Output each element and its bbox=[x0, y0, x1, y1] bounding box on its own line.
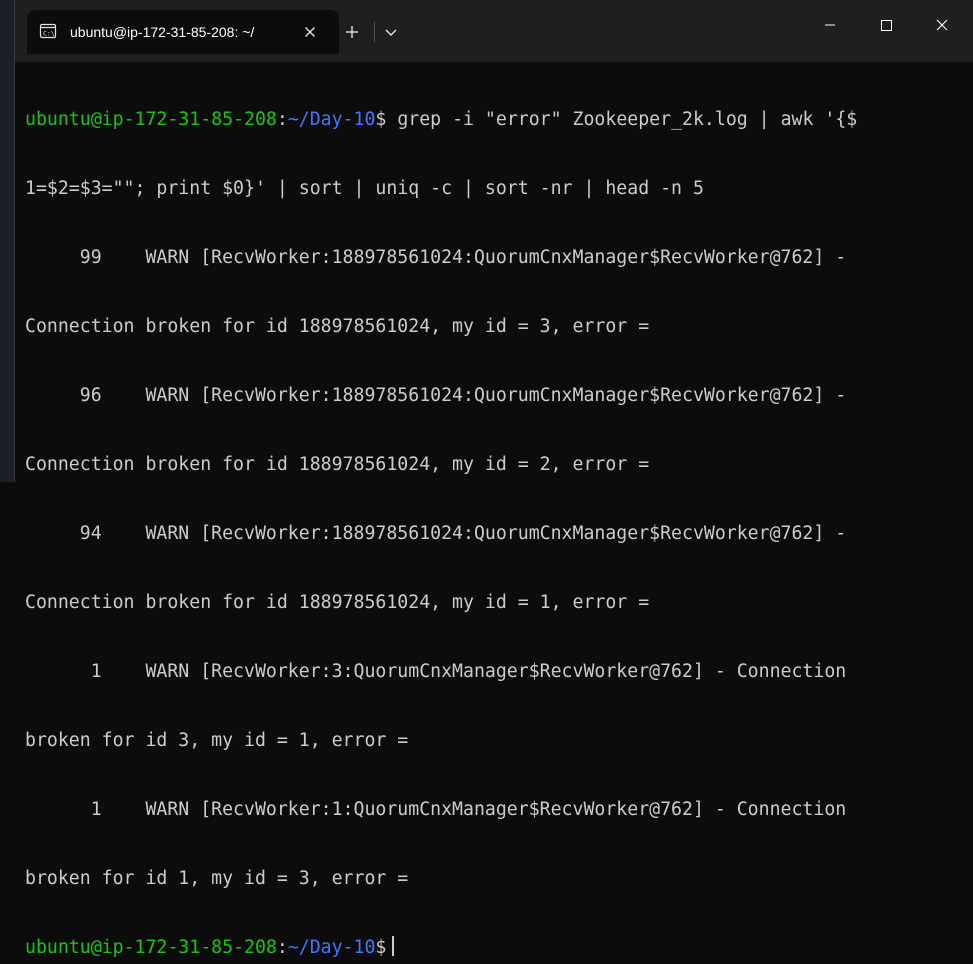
window-close-icon bbox=[914, 19, 970, 54]
output-line: Connection broken for id 188978561024, m… bbox=[25, 592, 650, 613]
svg-text:C:\: C:\ bbox=[43, 30, 55, 38]
text-cursor bbox=[392, 936, 395, 956]
prompt-path: ~/Day-10 bbox=[287, 937, 376, 958]
terminal-window: C:\ ubuntu@ip-172-31-85-208: ~/ ubuntu@i… bbox=[14, 0, 973, 958]
tab-separator bbox=[374, 22, 375, 42]
window-close-button[interactable] bbox=[914, 0, 970, 50]
output-line: Connection broken for id 188978561024, m… bbox=[25, 316, 650, 337]
output-line: 1 WARN [RecvWorker:1:QuorumCnxManager$Re… bbox=[25, 799, 847, 820]
prompt-colon: : bbox=[276, 109, 288, 130]
output-line: broken for id 1, my id = 3, error = bbox=[25, 868, 409, 889]
desktop-edge bbox=[0, 0, 14, 482]
prompt-colon: : bbox=[276, 937, 288, 958]
prompt-user-host: ubuntu@ip-172-31-85-208 bbox=[25, 109, 277, 130]
output-line: broken for id 3, my id = 1, error = bbox=[25, 730, 409, 751]
output-line: 96 WARN [RecvWorker:188978561024:QuorumC… bbox=[25, 385, 847, 406]
tab-dropdown-button[interactable] bbox=[377, 18, 405, 46]
output-line: 1 WARN [RecvWorker:3:QuorumCnxManager$Re… bbox=[25, 661, 847, 682]
command-line-2: 1=$2=$3=""; print $0}' | sort | uniq -c … bbox=[25, 178, 704, 199]
terminal-output[interactable]: ubuntu@ip-172-31-85-208:~/Day-10$ grep -… bbox=[25, 62, 970, 958]
output-line: 99 WARN [RecvWorker:188978561024:QuorumC… bbox=[25, 247, 847, 268]
minimize-icon bbox=[802, 24, 858, 54]
close-icon[interactable] bbox=[301, 23, 319, 41]
plus-icon bbox=[337, 26, 367, 50]
prompt-line: ubuntu@ip-172-31-85-208:~/Day-10$ bbox=[25, 936, 970, 959]
tab-terminal[interactable]: C:\ ubuntu@ip-172-31-85-208: ~/ bbox=[27, 10, 339, 54]
command-line-1: ubuntu@ip-172-31-85-208:~/Day-10$ grep -… bbox=[25, 108, 970, 131]
chevron-down-icon bbox=[377, 29, 405, 50]
command-text: grep -i "error" Zookeeper_2k.log | awk '… bbox=[386, 109, 858, 130]
maximize-icon bbox=[858, 20, 914, 54]
maximize-button[interactable] bbox=[858, 0, 914, 50]
new-tab-button[interactable] bbox=[337, 18, 367, 46]
terminal-icon: C:\ bbox=[39, 22, 57, 40]
output-line: 94 WARN [RecvWorker:188978561024:QuorumC… bbox=[25, 523, 847, 544]
title-bar[interactable]: C:\ ubuntu@ip-172-31-85-208: ~/ bbox=[15, 0, 973, 62]
prompt-dollar: $ bbox=[375, 109, 387, 130]
prompt-path: ~/Day-10 bbox=[287, 109, 376, 130]
prompt-dollar: $ bbox=[375, 937, 387, 958]
output-line: Connection broken for id 188978561024, m… bbox=[25, 454, 650, 475]
prompt-user-host: ubuntu@ip-172-31-85-208 bbox=[25, 937, 277, 958]
screen: C:\ ubuntu@ip-172-31-85-208: ~/ ubuntu@i… bbox=[0, 0, 973, 958]
tab-title: ubuntu@ip-172-31-85-208: ~/ bbox=[70, 24, 255, 40]
minimize-button[interactable] bbox=[802, 0, 858, 50]
